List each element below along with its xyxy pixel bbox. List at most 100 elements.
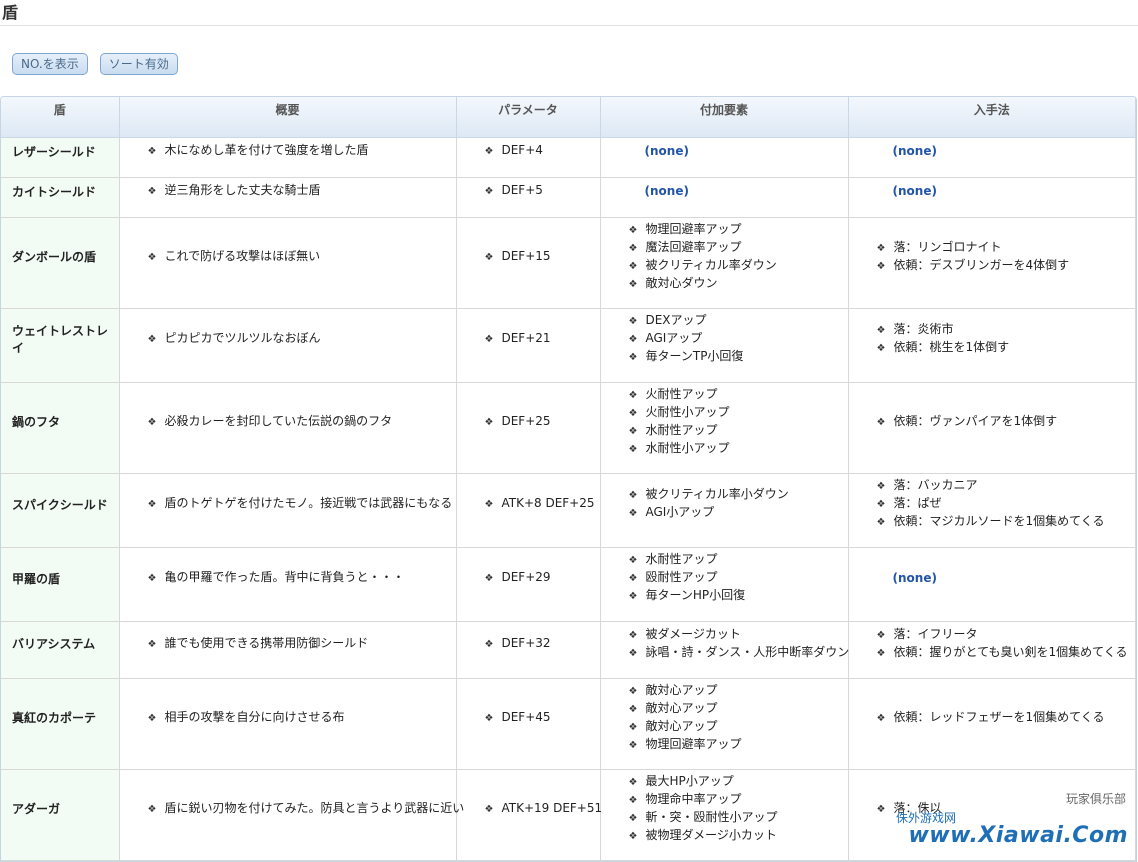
column-header-summary[interactable]: 概要 [119,97,457,138]
shield-table: 盾 概要 パラメータ 付加要素 入手法 レザーシールド 木になめし革を付けて強度を… [1,97,1136,861]
parameter-text: ATK+19 DEF+51 [485,800,602,818]
extras-cell: 被クリティカル率小ダウンAGI小アップ [600,473,849,548]
source-cell: 依頼：ヴァンパイアを1体倒す [848,382,1136,474]
source-cell: (none) [848,177,1136,218]
shield-name: バリアシステム [1,621,120,679]
table-row: 真紅のカポーテ 相手の攻撃を自分に向けさせる布 DEF+45 敵対心アップ敵対心アップ… [1,678,1136,770]
parameter-text: DEF+5 [485,182,600,200]
list-item: AGIアップ [629,330,848,348]
list-item: 落：ぱぜ [877,495,1136,513]
table-row: カイトシールド 逆三角形をした丈夫な騎士盾 DEF+5 (none) (none) [1,177,1136,218]
extras-cell-list: 物理回避率アップ魔法回避率アップ被クリティカル率ダウン敵対心ダウン [629,221,848,293]
table-header-row: 盾 概要 パラメータ 付加要素 入手法 [1,97,1136,138]
column-header-parameter[interactable]: パラメータ [456,97,601,138]
extras-cell-list: 被ダメージカット詠唱・詩・ダンス・人形中断率ダウン [629,626,849,662]
list-item: 落：炎術市 [877,321,1136,339]
column-header-extras[interactable]: 付加要素 [600,97,849,138]
parameter-text: ATK+8 DEF+25 [485,495,600,513]
extras-cell: 敵対心アップ敵対心アップ敵対心アップ物理回避率アップ [600,678,849,770]
shield-name: 甲羅の盾 [1,547,120,622]
parameter-cell: DEF+15 [456,217,601,309]
list-item: DEXアップ [629,312,848,330]
parameter-text: DEF+15 [485,248,600,266]
list-item: 敵対心ダウン [629,275,848,293]
summary-text: 必殺カレーを封印していた伝説の鍋のフタ [148,413,456,431]
extras-cell: 被ダメージカット詠唱・詩・ダンス・人形中断率ダウン [600,621,849,679]
list-item: 落：バッカニア [877,477,1136,495]
parameter-list: DEF+4 [485,142,600,160]
none-value: (none) [644,143,689,158]
list-item: 被物理ダメージ小カット [629,827,848,845]
list-item: 水耐性アップ [629,551,848,569]
summary-list: 亀の甲羅で作った盾。背中に背負うと・・・ [148,569,456,587]
list-item: 水耐性アップ [629,422,848,440]
none-value: (none) [644,183,689,198]
extras-cell-list: 火耐性アップ火耐性小アップ水耐性アップ水耐性小アップ [629,386,848,458]
summary-list: これで防げる攻撃はほぼ無い [148,248,456,266]
column-header-shield[interactable]: 盾 [1,97,120,138]
table-row: スパイクシールド 盾のトゲトゲを付けたモノ。接近戦では武器にもなる ATK+8 DE… [1,473,1136,548]
watermark-site-text: www.Xiawai.Com [908,823,1128,848]
parameter-cell: DEF+45 [456,678,601,770]
shield-name: レザーシールド [1,137,120,178]
table-row: ウェイトレストレイ ピカピカでツルツルなおぼん DEF+21 DEXアップAGIアップ… [1,308,1136,383]
list-item: 斬・突・殴耐性小アップ [629,809,848,827]
table-row: 甲羅の盾 亀の甲羅で作った盾。背中に背負うと・・・ DEF+29 水耐性アップ殴耐性ア… [1,547,1136,622]
list-item: 魔法回避率アップ [629,239,848,257]
extras-cell: DEXアップAGIアップ毎ターンTP小回復 [600,308,849,383]
summary-list: 誰でも使用できる携帯用防御シールド [148,635,456,653]
extras-cell-list: 敵対心アップ敵対心アップ敵対心アップ物理回避率アップ [629,682,848,754]
none-value: (none) [892,183,937,198]
summary-text: 誰でも使用できる携帯用防御シールド [148,635,456,653]
list-item: 物理命中率アップ [629,791,848,809]
list-item: 依頼：ヴァンパイアを1体倒す [877,413,1136,431]
source-cell-list: 依頼：レッドフェザーを1個集めてくる [877,709,1136,727]
shield-name: カイトシールド [1,177,120,218]
summary-cell: 盾のトゲトゲを付けたモノ。接近戦では武器にもなる [119,473,457,548]
parameter-cell: DEF+25 [456,382,601,474]
list-item: 依頼：桃生を1体倒す [877,339,1136,357]
list-item: 敵対心アップ [629,682,848,700]
enable-sort-button[interactable]: ソート有効 [99,53,178,75]
list-item: 敵対心アップ [629,718,848,736]
summary-cell: 盾に鋭い刃物を付けてみた。防具と言うより武器に近い [119,769,464,861]
table-row: バリアシステム 誰でも使用できる携帯用防御シールド DEF+32 被ダメージカット詠唱… [1,621,1136,679]
table-row: ダンボールの盾 これで防げる攻撃はほぼ無い DEF+15 物理回避率アップ魔法回避率ア… [1,217,1136,309]
parameter-cell: ATK+19 DEF+51 [456,769,602,861]
list-item: 水耐性小アップ [629,440,848,458]
extras-cell: 物理回避率アップ魔法回避率アップ被クリティカル率ダウン敵対心ダウン [600,217,849,309]
shield-name: ダンボールの盾 [1,217,120,309]
show-number-button[interactable]: NO.を表示 [12,53,88,75]
list-item: 殴耐性アップ [629,569,848,587]
summary-list: 相手の攻撃を自分に向けさせる布 [148,709,456,727]
parameter-text: DEF+4 [485,142,600,160]
summary-cell: 必殺カレーを封印していた伝説の鍋のフタ [119,382,457,474]
summary-text: 盾のトゲトゲを付けたモノ。接近戦では武器にもなる [148,495,456,513]
list-item: 被ダメージカット [629,626,848,644]
page-title: 盾 [0,0,1138,26]
extras-cell: (none) [600,137,849,178]
summary-list: 盾に鋭い刃物を付けてみた。防具と言うより武器に近い [148,800,464,818]
parameter-list: DEF+21 [485,330,600,348]
column-header-source[interactable]: 入手法 [848,97,1136,138]
summary-text: 盾に鋭い刃物を付けてみた。防具と言うより武器に近い [148,800,464,818]
extras-cell-list: 水耐性アップ殴耐性アップ毎ターンHP小回復 [629,551,848,605]
list-item: 依頼：デスブリンガーを4体倒す [877,257,1136,275]
extras-cell: 最大HP小アップ物理命中率アップ斬・突・殴耐性小アップ被物理ダメージ小カット [600,769,849,861]
summary-cell: ピカピカでツルツルなおぼん [119,308,457,383]
parameter-text: DEF+25 [485,413,600,431]
summary-cell: 相手の攻撃を自分に向けさせる布 [119,678,457,770]
parameter-text: DEF+21 [485,330,600,348]
parameter-cell: DEF+29 [456,547,601,622]
shield-name: ウェイトレストレイ [1,308,120,383]
site-watermark: 玩家俱乐部 侏外游戏网 www.Xiawai.Com [878,786,1128,848]
shield-table-container: 盾 概要 パラメータ 付加要素 入手法 レザーシールド 木になめし革を付けて強度を… [0,96,1137,862]
shield-name: アダーガ [1,769,120,861]
list-item: 物理回避率アップ [629,221,848,239]
toolbar: NO.を表示 ソート有効 [12,53,178,75]
source-cell: 落：バッカニア落：ぱぜ依頼：マジカルソードを1個集めてくる [848,473,1136,548]
summary-text: これで防げる攻撃はほぼ無い [148,248,456,266]
list-item: 被クリティカル率小ダウン [629,486,848,504]
parameter-cell: DEF+4 [456,137,601,178]
summary-list: 逆三角形をした丈夫な騎士盾 [148,182,456,200]
